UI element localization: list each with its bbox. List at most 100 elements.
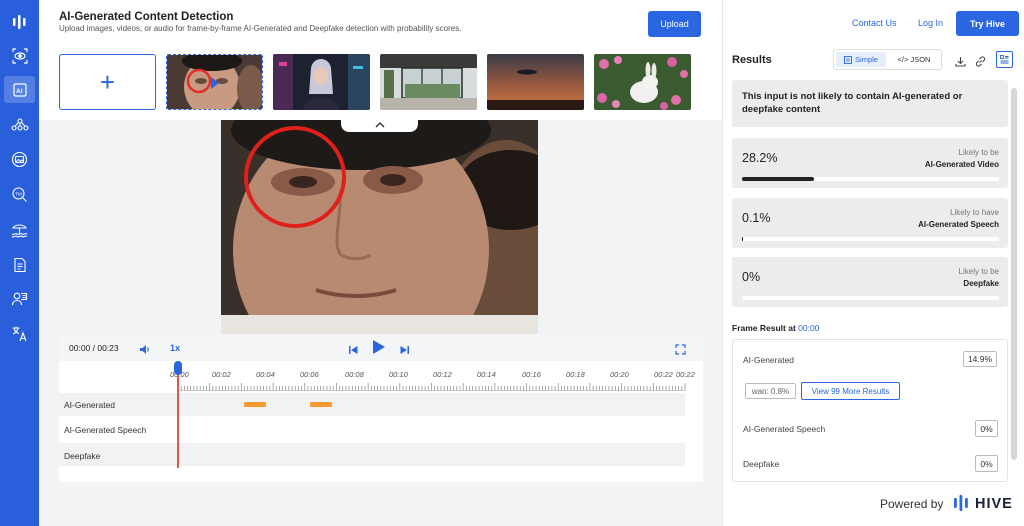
- page-title: AI-Generated Content Detection: [59, 11, 234, 23]
- score-card-deepfake: 0% Likely to be Deepfake: [732, 257, 1008, 307]
- score-value: 28.2%: [742, 151, 778, 165]
- wan-badge: wan: 0.8%: [745, 383, 796, 399]
- chevron-up-icon: [375, 122, 384, 128]
- thumbnail-bunny-flowers[interactable]: [594, 54, 691, 110]
- score-label-main: AI-Generated Speech: [918, 220, 999, 229]
- track-label-deepfake: Deepfake: [64, 451, 101, 461]
- frame-speech-value: 0%: [975, 420, 998, 437]
- tick-label: 00:10: [389, 370, 408, 379]
- track-label-speech: AI-Generated Speech: [64, 425, 147, 435]
- speech-icon[interactable]: [6, 286, 33, 313]
- frame-deepfake-value: 0%: [975, 455, 998, 472]
- track-row-speech: [59, 418, 685, 441]
- download-icon[interactable]: [955, 54, 966, 72]
- speed-button[interactable]: 1x: [170, 343, 180, 353]
- powered-by-text: Powered by: [880, 497, 944, 511]
- add-media-button[interactable]: +: [59, 54, 156, 110]
- eye-scan-icon[interactable]: [6, 42, 33, 69]
- score-label-top: Likely to be: [958, 148, 999, 157]
- summary-text: This input is not likely to contain AI-g…: [742, 91, 963, 115]
- tick-label: 00:08: [345, 370, 364, 379]
- thumbnail-cyber-woman[interactable]: [273, 54, 370, 110]
- tick-label: 00:04: [256, 370, 275, 379]
- frame-ai-label: AI-Generated: [743, 355, 795, 365]
- svg-text:AI: AI: [16, 88, 23, 95]
- tick-label: 00:16: [522, 370, 541, 379]
- beach-icon[interactable]: [6, 216, 33, 243]
- frame-deepfake-label: Deepfake: [743, 459, 780, 469]
- score-label-main: Deepfake: [963, 279, 999, 288]
- skip-back-icon[interactable]: [348, 342, 359, 360]
- network-icon[interactable]: [6, 111, 33, 138]
- link-icon[interactable]: [975, 54, 986, 72]
- trademark-search-icon[interactable]: TM: [6, 181, 33, 208]
- playhead-line: [177, 372, 179, 468]
- summary-card: This input is not likely to contain AI-g…: [732, 80, 1008, 127]
- tick-label: 00:14: [477, 370, 496, 379]
- detection-segment[interactable]: [310, 402, 332, 407]
- score-label-main: AI-Generated Video: [924, 160, 999, 169]
- volume-icon[interactable]: [139, 342, 151, 360]
- track-label-ai-generated: AI-Generated: [64, 400, 116, 410]
- thumbnail-interior[interactable]: [380, 54, 477, 110]
- sidebar: AI TM: [0, 0, 39, 526]
- detection-segment[interactable]: [244, 402, 266, 407]
- tick-label: 00:12: [433, 370, 452, 379]
- score-bar-track: [742, 237, 999, 241]
- thumbnail-face-video[interactable]: [166, 54, 263, 110]
- page-subtitle: Upload images, videos, or audio for fram…: [59, 24, 462, 33]
- results-scrollbar[interactable]: [1011, 88, 1017, 460]
- score-bar-track: [742, 296, 999, 300]
- fullscreen-icon[interactable]: [675, 342, 686, 360]
- view-toggle: Simple </> JSON: [833, 49, 942, 70]
- hive-logo-icon: [952, 494, 970, 517]
- score-card-ai-video: 28.2% Likely to be AI-Generated Video: [732, 138, 1008, 188]
- track-row-ai-generated: [59, 393, 685, 416]
- track-row-deepfake: [59, 443, 685, 466]
- view-more-results-button[interactable]: View 99 More Results: [801, 382, 900, 400]
- try-hive-button[interactable]: Try Hive: [956, 11, 1019, 36]
- log-in-link[interactable]: Log In: [918, 18, 943, 28]
- time-display: 00:00 / 00:23: [69, 343, 119, 353]
- score-card-ai-speech: 0.1% Likely to have AI-Generated Speech: [732, 198, 1008, 248]
- playhead-handle[interactable]: [174, 361, 182, 375]
- score-bar-fill: [742, 177, 815, 181]
- ai-detect-icon[interactable]: AI: [4, 76, 35, 103]
- image-scan-icon[interactable]: [6, 146, 33, 173]
- layout-toggle-icon[interactable]: [996, 51, 1013, 68]
- tick-label: 00:02: [212, 370, 231, 379]
- simple-toggle[interactable]: Simple: [836, 52, 886, 67]
- skip-forward-icon[interactable]: [399, 342, 410, 360]
- tick-label: 00:22: [654, 370, 673, 379]
- plus-icon: +: [99, 66, 116, 97]
- contact-us-link[interactable]: Contact Us: [852, 18, 897, 28]
- upload-button[interactable]: Upload: [648, 11, 701, 37]
- play-icon: [373, 340, 385, 354]
- collapse-thumbnails-button[interactable]: [341, 117, 418, 132]
- list-icon: [844, 55, 852, 64]
- tick-label: 00:22: [676, 370, 695, 379]
- frame-ai-value: 14.9%: [963, 351, 997, 367]
- timeline-ruler[interactable]: [59, 361, 703, 391]
- tick-label: 00:06: [300, 370, 319, 379]
- tick-label: 00:20: [610, 370, 629, 379]
- score-bar-track: [742, 177, 999, 181]
- document-icon[interactable]: [6, 251, 33, 278]
- results-title: Results: [732, 54, 772, 66]
- hive-brand-text: HIVE: [975, 496, 1013, 512]
- frame-time-link[interactable]: 00:00: [798, 323, 819, 333]
- score-value: 0%: [742, 270, 761, 284]
- play-button[interactable]: [372, 339, 386, 360]
- tick-label: 00:18: [566, 370, 585, 379]
- json-toggle[interactable]: </> JSON: [889, 52, 939, 67]
- score-value: 0.1%: [742, 211, 771, 225]
- svg-text:TM: TM: [15, 192, 22, 197]
- frame-result-title: Frame Result at 00:00: [732, 323, 820, 333]
- score-label-top: Likely to be: [958, 267, 999, 276]
- frame-speech-label: AI-Generated Speech: [743, 424, 826, 434]
- score-label-top: Likely to have: [950, 208, 999, 217]
- translate-icon[interactable]: [6, 320, 33, 347]
- hive-logo-icon[interactable]: [6, 8, 33, 35]
- thumbnail-sunset-ufo[interactable]: [487, 54, 584, 110]
- video-frame[interactable]: [221, 120, 538, 335]
